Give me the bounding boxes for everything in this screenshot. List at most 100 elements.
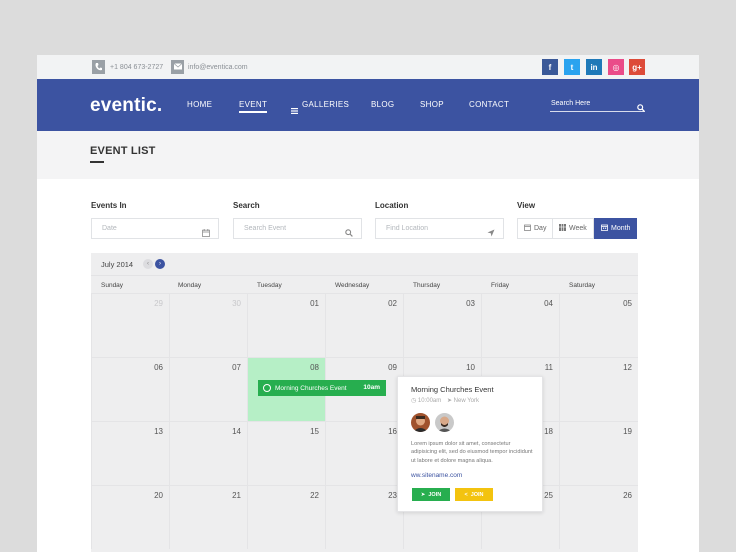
nav-search-placeholder: Search Here — [551, 100, 591, 107]
site-logo[interactable]: eventic. — [90, 95, 162, 117]
clock-icon: ◷ — [411, 398, 417, 404]
nav-item-contact[interactable]: CONTACT — [469, 100, 509, 109]
twitter-icon[interactable]: t — [564, 59, 580, 75]
calendar-day-cell[interactable]: 30 — [169, 293, 247, 357]
nav-item-shop[interactable]: SHOP — [420, 100, 444, 109]
weekday-label: Wednesday — [335, 282, 370, 289]
page-title: EVENT LIST — [90, 145, 156, 157]
search-event-field[interactable]: Search Event — [233, 218, 362, 239]
calendar-day-cell[interactable]: 20 — [91, 485, 169, 549]
calendar-day-cell[interactable]: 14 — [169, 421, 247, 485]
event-chip-time: 10am — [363, 384, 380, 391]
calendar-header: July 2014 ‹ › — [91, 253, 638, 275]
calendar-day-cell[interactable]: 01 — [247, 293, 325, 357]
day-number: 19 — [623, 427, 632, 436]
calendar-grid: 2930010203040506070809101112131415161718… — [91, 293, 638, 552]
popup-link[interactable]: ww.sitename.com — [411, 472, 462, 479]
calendar-day-cell[interactable]: 02 — [325, 293, 403, 357]
linkedin-icon[interactable]: in — [586, 59, 602, 75]
calendar-day-cell[interactable]: 23 — [325, 485, 403, 549]
nav-item-home[interactable]: HOME — [187, 100, 212, 109]
date-field[interactable]: Date — [91, 218, 219, 239]
calendar-day-cell[interactable]: 16 — [325, 421, 403, 485]
day-number: 06 — [154, 363, 163, 372]
day-number: 16 — [388, 427, 397, 436]
nav-item-event[interactable]: EVENT — [239, 100, 268, 113]
search-event-placeholder: Search Event — [244, 225, 287, 232]
top-info-bar: +1 804 673-2727 info@eventica.com f t in… — [37, 55, 699, 79]
calendar-day-cell[interactable]: 04 — [481, 293, 559, 357]
nav-item-blog[interactable]: BLOG — [371, 100, 394, 109]
day-number: 23 — [388, 491, 397, 500]
facebook-icon[interactable]: f — [542, 59, 558, 75]
calendar-day-cell[interactable]: 22 — [247, 485, 325, 549]
calendar-day-cell[interactable]: 21 — [169, 485, 247, 549]
calendar-day-cell[interactable]: 12 — [559, 357, 638, 421]
popup-meta: ◷ 10:00am ➤ New York — [411, 397, 479, 404]
page-frame: +1 804 673-2727 info@eventica.com f t in… — [37, 55, 699, 552]
search-icon[interactable] — [637, 99, 645, 117]
next-month-icon[interactable]: › — [155, 259, 165, 269]
weekday-label: Sunday — [101, 282, 124, 289]
calendar-day-cell[interactable]: 06 — [91, 357, 169, 421]
weekday-label: Monday — [178, 282, 202, 289]
day-number: 29 — [154, 299, 163, 308]
envelope-icon — [171, 60, 184, 74]
day-number: 20 — [154, 491, 163, 500]
calendar-day-cell[interactable]: 26 — [559, 485, 638, 549]
avatar[interactable] — [411, 413, 430, 432]
day-number: 22 — [310, 491, 319, 500]
calendar-icon — [524, 224, 531, 233]
day-number: 10 — [466, 363, 475, 372]
location-field[interactable]: Find Location — [375, 218, 504, 239]
weekday-label: Friday — [491, 282, 510, 289]
title-underline — [90, 161, 104, 163]
calendar-day-cell[interactable]: 13 — [91, 421, 169, 485]
search-icon[interactable] — [345, 224, 353, 242]
nav-search-input[interactable]: Search Here — [550, 98, 645, 112]
day-number: 08 — [310, 363, 319, 372]
event-chip[interactable]: Morning Churches Event 10am — [258, 380, 386, 396]
calendar-day-cell[interactable]: 15 — [247, 421, 325, 485]
view-month-button[interactable]: Month — [594, 218, 637, 239]
dribbble-icon[interactable]: ◎ — [608, 59, 624, 75]
day-number: 12 — [623, 363, 632, 372]
day-number: 30 — [232, 299, 241, 308]
weekday-label: Tuesday — [257, 282, 282, 289]
location-arrow-icon[interactable] — [487, 224, 495, 242]
day-number: 03 — [466, 299, 475, 308]
day-number: 26 — [623, 491, 632, 500]
calendar-day-cell[interactable]: 03 — [403, 293, 481, 357]
nav-item-galleries[interactable]: GALLERIES — [302, 100, 349, 109]
day-number: 04 — [544, 299, 553, 308]
day-number: 15 — [310, 427, 319, 436]
calendar-day-cell[interactable]: 05 — [559, 293, 638, 357]
calendar-day-cell[interactable]: 29 — [91, 293, 169, 357]
location-arrow-icon: ➤ — [446, 398, 452, 404]
share-join-button[interactable]: < JOIN — [455, 488, 493, 501]
paper-plane-icon: ➤ — [420, 491, 426, 498]
join-button[interactable]: ➤ JOIN — [412, 488, 450, 501]
event-popup: Morning Churches Event ◷ 10:00am ➤ New Y… — [397, 376, 543, 512]
popup-title: Morning Churches Event — [411, 385, 494, 394]
date-placeholder: Date — [102, 225, 117, 232]
page-header: EVENT LIST — [37, 131, 699, 179]
prev-month-icon[interactable]: ‹ — [143, 259, 153, 269]
calendar-icon[interactable] — [202, 224, 210, 242]
view-week-button[interactable]: Week — [552, 218, 594, 239]
avatar[interactable] — [435, 413, 454, 432]
calendar-day-cell[interactable]: 07 — [169, 357, 247, 421]
view-day-button[interactable]: Day — [517, 218, 553, 239]
popup-time: 10:00am — [417, 398, 442, 404]
weekday-label: Thursday — [413, 282, 441, 289]
day-number: 05 — [623, 299, 632, 308]
day-number: 09 — [388, 363, 397, 372]
email-address[interactable]: info@eventica.com — [188, 64, 248, 71]
google-plus-icon[interactable]: g+ — [629, 59, 645, 75]
view-month-label: Month — [611, 225, 631, 232]
join-label: JOIN — [428, 491, 442, 498]
phone-icon — [92, 60, 105, 74]
day-number: 13 — [154, 427, 163, 436]
share-icon: < — [464, 491, 468, 498]
calendar-day-cell[interactable]: 19 — [559, 421, 638, 485]
